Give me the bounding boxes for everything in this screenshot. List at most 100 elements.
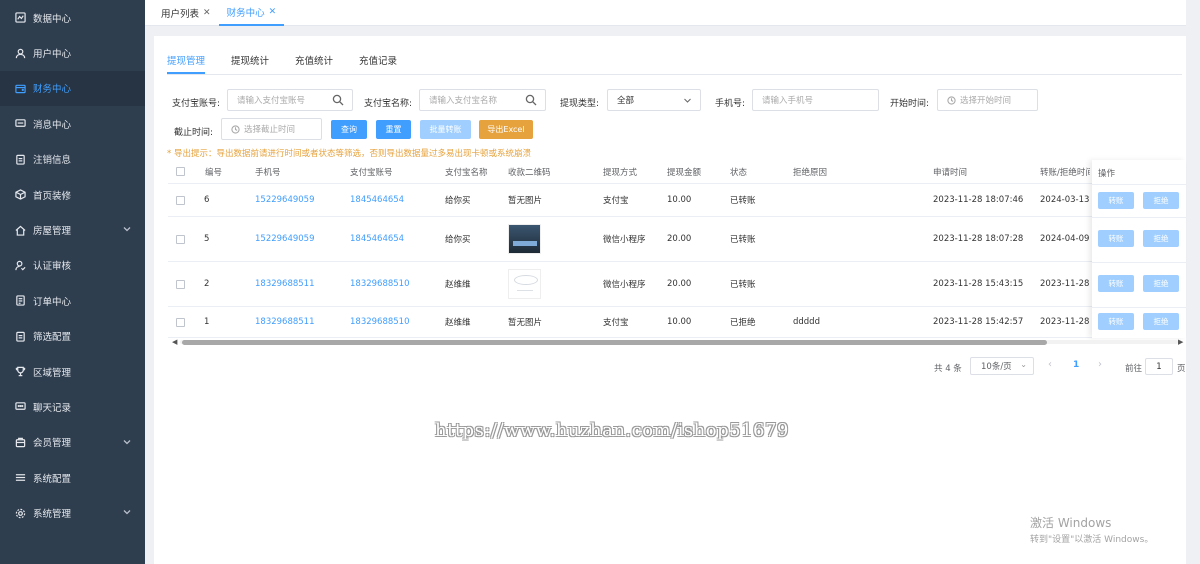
reject-button[interactable]: 拒绝 — [1143, 192, 1179, 209]
reset-button[interactable]: 重置 — [376, 120, 411, 139]
cell-phone[interactable]: 18329688511 — [255, 307, 315, 337]
row-checkbox[interactable] — [176, 262, 185, 306]
cell-amount: 20.00 — [667, 234, 692, 244]
transfer-button[interactable]: 转账 — [1098, 192, 1134, 209]
horizontal-scrollbar[interactable]: ◀ ▶ — [172, 338, 1186, 346]
subtab-withdraw-stats[interactable]: 提现统计 — [231, 53, 269, 74]
cell-method: 微信小程序 — [603, 280, 646, 290]
chevron-down-icon — [683, 94, 692, 108]
sidebar-item-order-center[interactable]: 订单中心 — [0, 283, 145, 318]
sidebar-item-verification-review[interactable]: 认证审核 — [0, 248, 145, 283]
scroll-left-icon[interactable]: ◀ — [172, 338, 177, 346]
wallet-icon — [14, 82, 26, 94]
chat-icon — [14, 401, 26, 413]
transfer-button[interactable]: 转账 — [1098, 313, 1134, 330]
cell-alipay-account[interactable]: 1845464654 — [350, 217, 404, 261]
export-excel-button[interactable]: 导出Excel — [479, 120, 533, 139]
cell-amount: 10.00 — [667, 195, 692, 205]
cell-phone[interactable]: 15229649059 — [255, 217, 315, 261]
select-all-checkbox[interactable] — [176, 160, 185, 183]
operation-column: 操作 转账 拒绝 转账 拒绝 转账 拒绝 转账 拒绝 — [1092, 160, 1186, 338]
tab-finance-center[interactable]: 财务中心 ✕ — [218, 0, 285, 26]
close-icon[interactable]: ✕ — [269, 7, 277, 17]
alipay-name-input[interactable]: 请输入支付宝名称 — [419, 89, 546, 111]
row-checkbox[interactable] — [176, 184, 185, 216]
sidebar-item-region-management[interactable]: 区域管理 — [0, 354, 145, 389]
phone-input[interactable]: 请输入手机号 — [752, 89, 879, 111]
sidebar-item-house-management[interactable]: 房屋管理 — [0, 212, 145, 247]
cell-apply-time: 2023-11-28 18:07:46 — [933, 195, 1024, 205]
sidebar-item-chat-records[interactable]: 聊天记录 — [0, 389, 145, 424]
page-size-select[interactable]: 10条/页 ⌄ — [970, 357, 1034, 375]
chart-icon — [14, 12, 26, 24]
start-time-label: 开始时间: — [890, 99, 930, 109]
cell-qr-code[interactable] — [508, 262, 541, 306]
subtab-withdraw-management[interactable]: 提现管理 — [167, 53, 206, 74]
cell-id: 2 — [204, 279, 210, 289]
batch-transfer-button[interactable]: 批量转账 — [420, 120, 471, 139]
cell-alipay-name: 赵维维 — [445, 280, 471, 290]
sidebar-item-label: 数据中心 — [33, 13, 72, 25]
sidebar-item-label: 用户中心 — [33, 49, 72, 61]
tab-label: 用户列表 — [161, 8, 200, 20]
header-apply-time: 申请时间 — [933, 167, 968, 178]
sidebar-item-cancellation-info[interactable]: 注销信息 — [0, 142, 145, 177]
goto-page-input[interactable]: 1 — [1145, 358, 1173, 375]
chevron-down-icon: ⌄ — [1020, 360, 1027, 369]
box-icon — [14, 189, 26, 201]
cell-amount: 20.00 — [667, 279, 692, 289]
transfer-button[interactable]: 转账 — [1098, 230, 1134, 247]
row-checkbox[interactable] — [176, 307, 185, 337]
cell-phone[interactable]: 18329688511 — [255, 262, 315, 306]
qr-code-thumbnail[interactable] — [508, 269, 541, 299]
sidebar-item-finance-center[interactable]: 财务中心 — [0, 70, 145, 107]
sidebar-item-filter-config[interactable]: 筛选配置 — [0, 319, 145, 354]
next-page-icon[interactable]: › — [1098, 359, 1102, 370]
qr-code-thumbnail[interactable] — [508, 224, 541, 254]
cell-qr-code[interactable] — [508, 217, 541, 261]
user-check-icon — [14, 259, 26, 271]
prev-page-icon[interactable]: ‹ — [1048, 359, 1052, 370]
header-reject-reason: 拒绝原因 — [793, 167, 828, 178]
cell-alipay-account[interactable]: 1845464654 — [350, 184, 404, 216]
sidebar-item-user-center[interactable]: 用户中心 — [0, 35, 145, 70]
subtab-recharge-stats[interactable]: 充值统计 — [295, 53, 333, 74]
sidebar-item-system-config[interactable]: 系统配置 — [0, 460, 145, 495]
alipay-account-input[interactable]: 请输入支付宝账号 — [227, 89, 353, 111]
cell-alipay-account[interactable]: 18329688510 — [350, 307, 410, 337]
sidebar-item-system-management[interactable]: 系统管理 — [0, 495, 145, 530]
header-qr-code: 收款二维码 — [508, 167, 551, 178]
reject-button[interactable]: 拒绝 — [1143, 275, 1179, 292]
tab-user-list[interactable]: 用户列表 ✕ — [153, 0, 219, 26]
search-icon[interactable] — [332, 94, 344, 109]
cell-status: 已拒绝 — [730, 318, 756, 328]
reject-button[interactable]: 拒绝 — [1143, 230, 1179, 247]
input-placeholder: 请输入支付宝账号 — [237, 96, 306, 106]
end-time-picker[interactable]: 选择截止时间 — [221, 118, 322, 140]
sidebar-item-message-center[interactable]: 消息中心 — [0, 106, 145, 141]
sidebar-item-home-decoration[interactable]: 首页装修 — [0, 177, 145, 212]
cell-alipay-account[interactable]: 18329688510 — [350, 262, 410, 306]
subtab-recharge-records[interactable]: 充值记录 — [359, 53, 397, 74]
sub-tabs: 提现管理 提现统计 充值统计 充值记录 — [167, 53, 423, 74]
transfer-button[interactable]: 转账 — [1098, 275, 1134, 292]
current-page[interactable]: 1 — [1073, 360, 1079, 370]
withdraw-type-select[interactable]: 全部 — [607, 89, 701, 111]
query-button[interactable]: 查询 — [331, 120, 367, 139]
page-suffix: 页 — [1177, 364, 1186, 374]
sidebar-item-data-center[interactable]: 数据中心 — [0, 0, 145, 35]
row-checkbox[interactable] — [176, 217, 185, 261]
start-time-picker[interactable]: 选择开始时间 — [937, 89, 1038, 111]
scroll-right-icon[interactable]: ▶ — [1178, 338, 1183, 346]
cell-phone[interactable]: 15229649059 — [255, 184, 315, 216]
scroll-thumb[interactable] — [182, 340, 1047, 345]
close-icon[interactable]: ✕ — [203, 8, 211, 18]
goto-label: 前往 — [1125, 364, 1143, 374]
search-icon[interactable] — [525, 94, 537, 109]
cell-reject-reason: ddddd — [793, 317, 820, 327]
sidebar-item-label: 系统配置 — [33, 473, 72, 485]
reject-button[interactable]: 拒绝 — [1143, 313, 1179, 330]
clipboard-icon — [14, 153, 26, 165]
pagination-total: 共 4 条 — [934, 364, 962, 374]
sidebar-item-member-management[interactable]: 会员管理 — [0, 425, 145, 460]
